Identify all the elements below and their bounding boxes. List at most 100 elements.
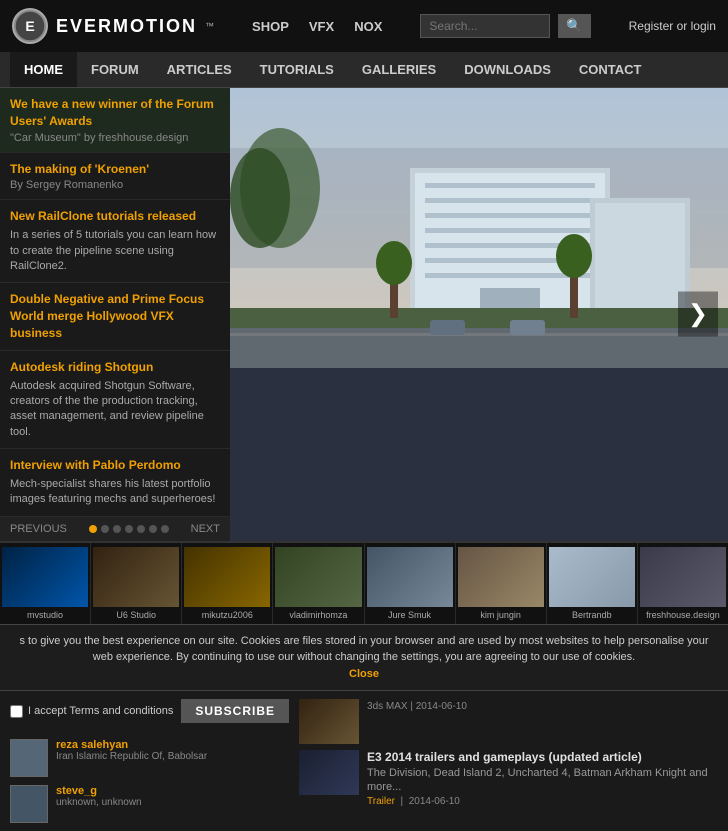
- cookie-text: s to give you the best experience on our…: [19, 635, 708, 664]
- site-header: E EVERMOTION ™ SHOP VFX NOX 🔍 Register o…: [0, 0, 728, 52]
- sidebar-body-4: Autodesk acquired Shotgun Software, crea…: [10, 379, 220, 441]
- main-banner: ❯: [230, 88, 728, 541]
- nav-articles[interactable]: ARTICLES: [153, 52, 246, 87]
- thumbnail-strip: mvstudio U6 Studio mikutzu2006 vladimirh…: [0, 541, 728, 624]
- nav-tutorials[interactable]: TUTORIALS: [246, 52, 348, 87]
- nox-link[interactable]: NOX: [354, 19, 382, 34]
- thumb-item-7[interactable]: freshhouse.design: [638, 543, 728, 624]
- svg-text:E: E: [25, 18, 34, 34]
- thumb-label-4: Jure Smuk: [367, 610, 453, 620]
- thumb-label-7: freshhouse.design: [640, 610, 726, 620]
- avatar-0: [10, 739, 48, 777]
- dot-6[interactable]: [161, 525, 169, 533]
- brand-name: EVERMOTION: [56, 16, 197, 37]
- terms-checkbox-area: I accept Terms and conditions: [10, 705, 173, 718]
- news-tag-label-1: Trailer: [367, 796, 395, 807]
- user-card-1: steve_g unknown, unknown: [10, 785, 289, 823]
- sidebar-title-0: We have a new winner of the Forum Users'…: [10, 96, 220, 130]
- top-navigation: SHOP VFX NOX: [252, 19, 382, 34]
- sidebar-item-5[interactable]: Interview with Pablo Perdomo Mech-specia…: [0, 449, 230, 517]
- sidebar-title-5: Interview with Pablo Perdomo: [10, 457, 220, 474]
- cookie-bar: s to give you the best experience on our…: [0, 624, 728, 692]
- auth-link[interactable]: Register or login: [629, 19, 716, 33]
- news-row-1: E3 2014 trailers and gameplays (updated …: [299, 750, 718, 807]
- sidebar-item-3[interactable]: Double Negative and Prime Focus World me…: [0, 283, 230, 350]
- dot-2[interactable]: [113, 525, 121, 533]
- shop-link[interactable]: SHOP: [252, 19, 289, 34]
- avatar-1: [10, 785, 48, 823]
- logo-area: E EVERMOTION ™: [12, 8, 214, 44]
- sidebar-title-3: Double Negative and Prime Focus World me…: [10, 291, 220, 341]
- next-button[interactable]: NEXT: [191, 523, 220, 535]
- user-name-0[interactable]: reza salehyan: [56, 739, 207, 751]
- thumb-item-5[interactable]: kim jungin: [456, 543, 547, 624]
- nav-downloads[interactable]: DOWNLOADS: [450, 52, 565, 87]
- main-navigation: HOME FORUM ARTICLES TUTORIALS GALLERIES …: [0, 52, 728, 88]
- thumb-item-3[interactable]: vladimirhomza: [273, 543, 364, 624]
- nav-contact[interactable]: CONTACT: [565, 52, 656, 87]
- news-date-1: Trailer | 2014-06-10: [367, 796, 718, 807]
- sidebar-subtitle-0: "Car Museum" by freshhouse.design: [10, 132, 220, 144]
- thumb-item-2[interactable]: mikutzu2006: [182, 543, 273, 624]
- sidebar-item-2[interactable]: New RailClone tutorials released In a se…: [0, 200, 230, 283]
- thumb-image-6: [549, 547, 635, 607]
- nav-galleries[interactable]: GALLERIES: [348, 52, 450, 87]
- news-content-0: 3ds MAX | 2014-06-10: [367, 699, 467, 712]
- user-name-1[interactable]: steve_g: [56, 785, 142, 797]
- news-tag-0: 3ds MAX | 2014-06-10: [367, 701, 467, 712]
- sidebar-body-2: In a series of 5 tutorials you can learn…: [10, 228, 220, 274]
- dot-1[interactable]: [101, 525, 109, 533]
- sidebar-item-1[interactable]: The making of 'Kroenen' By Sergey Romane…: [0, 153, 230, 201]
- user-info-0: reza salehyan Iran Islamic Republic Of, …: [56, 739, 207, 762]
- thumb-item-1[interactable]: U6 Studio: [91, 543, 182, 624]
- user-cards: I accept Terms and conditions SUBSCRIBE …: [10, 699, 289, 823]
- user-location-0: Iran Islamic Republic Of, Babolsar: [56, 751, 207, 762]
- news-column: 3ds MAX | 2014-06-10 E3 2014 trailers an…: [299, 699, 718, 823]
- thumb-image-3: [275, 547, 361, 607]
- pagination: PREVIOUS NEXT: [0, 517, 230, 541]
- cookie-close-button[interactable]: Close: [12, 666, 716, 683]
- subscribe-area: I accept Terms and conditions SUBSCRIBE: [10, 699, 289, 723]
- thumb-item-6[interactable]: Bertrandb: [547, 543, 638, 624]
- news-title-1[interactable]: E3 2014 trailers and gameplays (updated …: [367, 750, 718, 766]
- search-input[interactable]: [420, 14, 550, 38]
- news-thumb-1: [299, 750, 359, 795]
- thumb-image-2: [184, 547, 270, 607]
- vfx-link[interactable]: VFX: [309, 19, 334, 34]
- thumb-item-4[interactable]: Jure Smuk: [365, 543, 456, 624]
- thumb-label-1: U6 Studio: [93, 610, 179, 620]
- sidebar-subtitle-1: By Sergey Romanenko: [10, 179, 220, 191]
- content-area: We have a new winner of the Forum Users'…: [0, 88, 728, 541]
- nav-forum[interactable]: FORUM: [77, 52, 153, 87]
- terms-checkbox[interactable]: [10, 705, 23, 718]
- sidebar-body-5: Mech-specialist shares his latest portfo…: [10, 477, 220, 508]
- subscribe-button[interactable]: SUBSCRIBE: [181, 699, 289, 723]
- user-card-0: reza salehyan Iran Islamic Republic Of, …: [10, 739, 289, 777]
- dot-3[interactable]: [125, 525, 133, 533]
- news-title-0: 3ds MAX | 2014-06-10: [367, 701, 467, 712]
- dot-5[interactable]: [149, 525, 157, 533]
- sidebar-item-0[interactable]: We have a new winner of the Forum Users'…: [0, 88, 230, 153]
- terms-label: I accept Terms and conditions: [28, 705, 173, 717]
- dot-0[interactable]: [89, 525, 97, 533]
- dot-4[interactable]: [137, 525, 145, 533]
- thumb-item-0[interactable]: mvstudio: [0, 543, 91, 624]
- thumb-image-7: [640, 547, 726, 607]
- news-row-0: 3ds MAX | 2014-06-10: [299, 699, 718, 744]
- sidebar-item-4[interactable]: Autodesk riding Shotgun Autodesk acquire…: [0, 351, 230, 449]
- thumb-image-0: [2, 547, 88, 607]
- thumb-image-5: [458, 547, 544, 607]
- news-content-1: E3 2014 trailers and gameplays (updated …: [367, 750, 718, 807]
- user-info-1: steve_g unknown, unknown: [56, 785, 142, 808]
- thumb-label-0: mvstudio: [2, 610, 88, 620]
- prev-button[interactable]: PREVIOUS: [10, 523, 67, 535]
- search-button[interactable]: 🔍: [558, 14, 590, 38]
- thumb-label-3: vladimirhomza: [275, 610, 361, 620]
- thumb-label-6: Bertrandb: [549, 610, 635, 620]
- news-date-value-1: 2014-06-10: [409, 796, 460, 807]
- nav-home[interactable]: HOME: [10, 52, 77, 87]
- sidebar-title-4: Autodesk riding Shotgun: [10, 359, 220, 376]
- thumb-image-1: [93, 547, 179, 607]
- banner-next-arrow[interactable]: ❯: [678, 292, 718, 337]
- sidebar-title-2: New RailClone tutorials released: [10, 208, 220, 225]
